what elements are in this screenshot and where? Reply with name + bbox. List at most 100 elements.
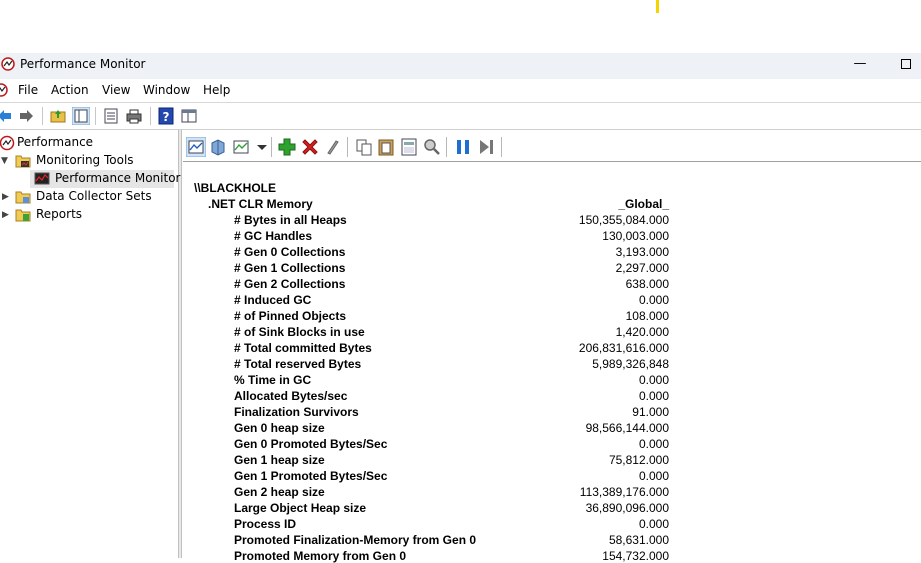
chevron-down-icon[interactable] (252, 137, 272, 157)
counter-value: 75,812.000 (608, 453, 669, 467)
counter-name: Promoted Memory from Gen 0 (234, 549, 407, 563)
counter-value: 36,890,096.000 (585, 501, 669, 515)
delete-counter-icon[interactable] (300, 137, 320, 157)
counter-value: 206,831,616.000 (578, 341, 669, 355)
reports-folder-icon (15, 209, 31, 222)
menu-view[interactable]: View (102, 83, 130, 97)
maximize-button[interactable] (898, 56, 914, 72)
counter-value: 113,389,176.000 (579, 485, 669, 499)
help-icon[interactable]: ? (157, 107, 175, 125)
view-graph-icon[interactable] (186, 137, 206, 157)
counter-value: 91.000 (632, 405, 669, 419)
counter-name: # Total reserved Bytes (234, 357, 362, 371)
counter-name: # of Pinned Objects (234, 309, 347, 323)
counter-name: Allocated Bytes/sec (234, 389, 348, 403)
counter-name: # Induced GC (234, 293, 312, 307)
minimize-button[interactable]: — (851, 56, 869, 72)
instance-header: _Global_ (618, 197, 669, 211)
counter-value: 154,732.000 (602, 549, 669, 563)
window-title: Performance Monitor (20, 57, 146, 71)
pane-splitter[interactable] (178, 130, 182, 558)
counter-name: Process ID (234, 517, 297, 531)
toolbar-separator (501, 137, 502, 157)
counter-name: Gen 0 Promoted Bytes/Sec (234, 437, 388, 451)
machine-name: \\BLACKHOLE (194, 181, 276, 195)
counter-name: # GC Handles (234, 229, 313, 243)
counter-value: 150,355,084.000 (578, 213, 669, 227)
counter-name: # Gen 1 Collections (234, 261, 346, 275)
zoom-icon[interactable] (422, 137, 442, 157)
freeze-icon[interactable] (453, 137, 473, 157)
svg-text:?: ? (163, 110, 170, 124)
chevron-right-icon[interactable]: ▶ (2, 192, 9, 202)
counter-value: 5,989,326,848 (592, 357, 669, 371)
tree-item-data-collector-sets[interactable]: Data Collector Sets (36, 187, 152, 205)
menu-help[interactable]: Help (203, 83, 230, 97)
up-folder-icon[interactable] (49, 107, 67, 125)
show-hide-tree-icon[interactable] (72, 107, 90, 125)
counter-value: 130,003.000 (602, 229, 669, 243)
perfmon-icon[interactable] (0, 83, 8, 97)
counter-category: .NET CLR Memory (208, 197, 313, 211)
perfmon-icon (0, 135, 15, 151)
counter-name: Gen 2 heap size (234, 485, 325, 499)
counter-value: 108.000 (625, 309, 669, 323)
counter-name: Gen 1 heap size (234, 453, 325, 467)
folder-icon (15, 155, 31, 168)
counter-name: # Gen 0 Collections (234, 245, 346, 259)
chevron-down-icon[interactable]: ▼ (1, 156, 8, 166)
toolbar-separator (271, 137, 272, 157)
properties-icon[interactable] (399, 137, 419, 157)
copy-icon[interactable] (354, 137, 374, 157)
update-icon[interactable] (477, 137, 497, 157)
counter-name: # Gen 2 Collections (234, 277, 346, 291)
menu-window[interactable]: Window (143, 83, 190, 97)
counter-name: # Total committed Bytes (234, 341, 372, 355)
text-cursor-mark (656, 0, 659, 13)
counter-value: 0.000 (638, 293, 669, 307)
counter-value: 0.000 (638, 389, 669, 403)
data-collector-folder-icon (15, 191, 31, 204)
counter-name: # Bytes in all Heaps (234, 213, 347, 227)
counter-value: 0.000 (638, 469, 669, 483)
console-icon[interactable] (180, 107, 198, 125)
counter-name: # of Sink Blocks in use (234, 325, 365, 339)
counter-name: Large Object Heap size (234, 501, 367, 515)
menu-file[interactable]: File (18, 83, 38, 97)
add-counter-icon[interactable] (277, 137, 297, 157)
counter-value: 2,297.000 (615, 261, 669, 275)
back-arrow-icon[interactable] (0, 107, 13, 125)
counter-value: 638.000 (625, 277, 669, 291)
toolbar-separator (347, 137, 348, 157)
toolbar-separator (95, 107, 96, 125)
tree-item-performance[interactable]: Performance (17, 133, 93, 151)
desktop-area-top (0, 0, 921, 53)
toolbar-separator (42, 107, 43, 125)
print-icon[interactable] (125, 107, 143, 125)
properties-icon[interactable] (102, 107, 120, 125)
counter-value: 58,631.000 (608, 533, 669, 547)
change-graph-type-icon[interactable] (232, 137, 252, 157)
tree-item-monitoring-tools[interactable]: Monitoring Tools (36, 151, 134, 169)
chevron-right-icon[interactable]: ▶ (2, 210, 9, 220)
counter-name: % Time in GC (234, 373, 312, 387)
menu-bar (0, 79, 921, 103)
counter-value: 1,420.000 (615, 325, 669, 339)
counter-value: 98,566,144.000 (585, 421, 669, 435)
view-histogram-icon[interactable] (208, 137, 228, 157)
counter-name: Promoted Finalization-Memory from Gen 0 (234, 533, 477, 547)
counter-name: Gen 0 heap size (234, 421, 325, 435)
counter-value: 0.000 (638, 517, 669, 531)
tree-item-reports[interactable]: Reports (36, 205, 82, 223)
menu-action[interactable]: Action (51, 83, 89, 97)
counter-name: Finalization Survivors (234, 405, 359, 419)
paste-icon[interactable] (376, 137, 396, 157)
counter-name: Gen 1 Promoted Bytes/Sec (234, 469, 388, 483)
highlight-icon[interactable] (323, 137, 343, 157)
forward-arrow-icon[interactable] (18, 107, 36, 125)
counter-value: 0.000 (638, 437, 669, 451)
counter-value: 3,193.000 (615, 245, 669, 259)
tree-item-performance-monitor[interactable]: Performance Monitor (55, 169, 180, 187)
counter-value: 0.000 (638, 373, 669, 387)
toolbar-separator (150, 107, 151, 125)
